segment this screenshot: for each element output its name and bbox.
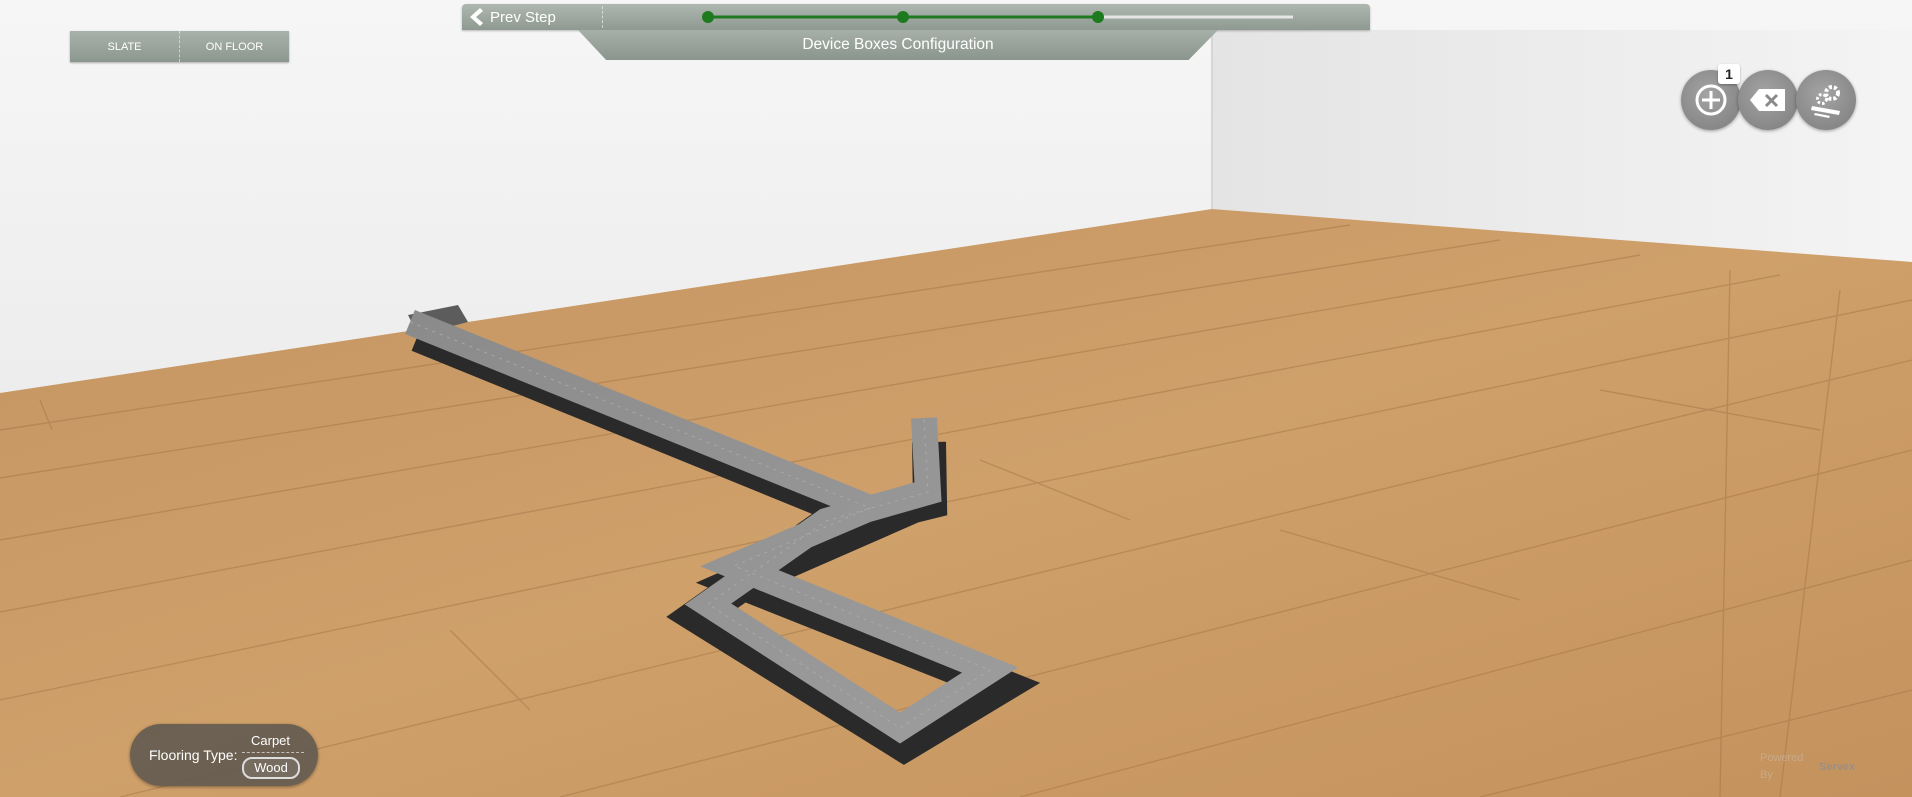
powered-by-line2: By — [1760, 769, 1773, 781]
step-progress — [702, 11, 1293, 23]
powered-by-line1: Powered — [1760, 752, 1804, 764]
carpet-option[interactable]: Carpet — [251, 733, 290, 748]
toolbar-divider — [602, 6, 603, 28]
chevron-left-icon — [462, 4, 490, 30]
gear-tools-icon — [1811, 85, 1840, 118]
on-floor-option[interactable]: ON FLOOR — [179, 31, 289, 62]
progress-step-dot — [1092, 11, 1104, 23]
room-scene[interactable] — [0, 0, 1912, 797]
prev-step-button[interactable]: Prev Step — [462, 4, 602, 30]
progress-step-dot — [897, 11, 909, 23]
top-toolbar: Prev Step — [462, 4, 1370, 30]
flooring-type-label: Flooring Type: — [149, 747, 238, 763]
wood-option[interactable]: Wood — [242, 757, 300, 779]
add-count-badge: 1 — [1718, 64, 1740, 84]
settings-tools-button[interactable] — [1796, 70, 1856, 130]
powered-by-brand: Servex — [1819, 761, 1856, 773]
add-circle-icon — [1695, 84, 1727, 116]
delete-button[interactable] — [1738, 70, 1798, 130]
backspace-icon — [1750, 89, 1785, 111]
flooring-divider — [242, 752, 304, 753]
slate-option[interactable]: SLATE — [70, 31, 179, 62]
page-title: Device Boxes Configuration — [578, 30, 1218, 60]
prev-step-label: Prev Step — [490, 8, 556, 26]
install-type-toggle: SLATE ON FLOOR — [70, 31, 289, 62]
powered-by: Powered By Servex — [1760, 752, 1856, 786]
flooring-type-panel: Flooring Type: Carpet Wood — [130, 724, 318, 786]
progress-step-dot — [702, 11, 714, 23]
